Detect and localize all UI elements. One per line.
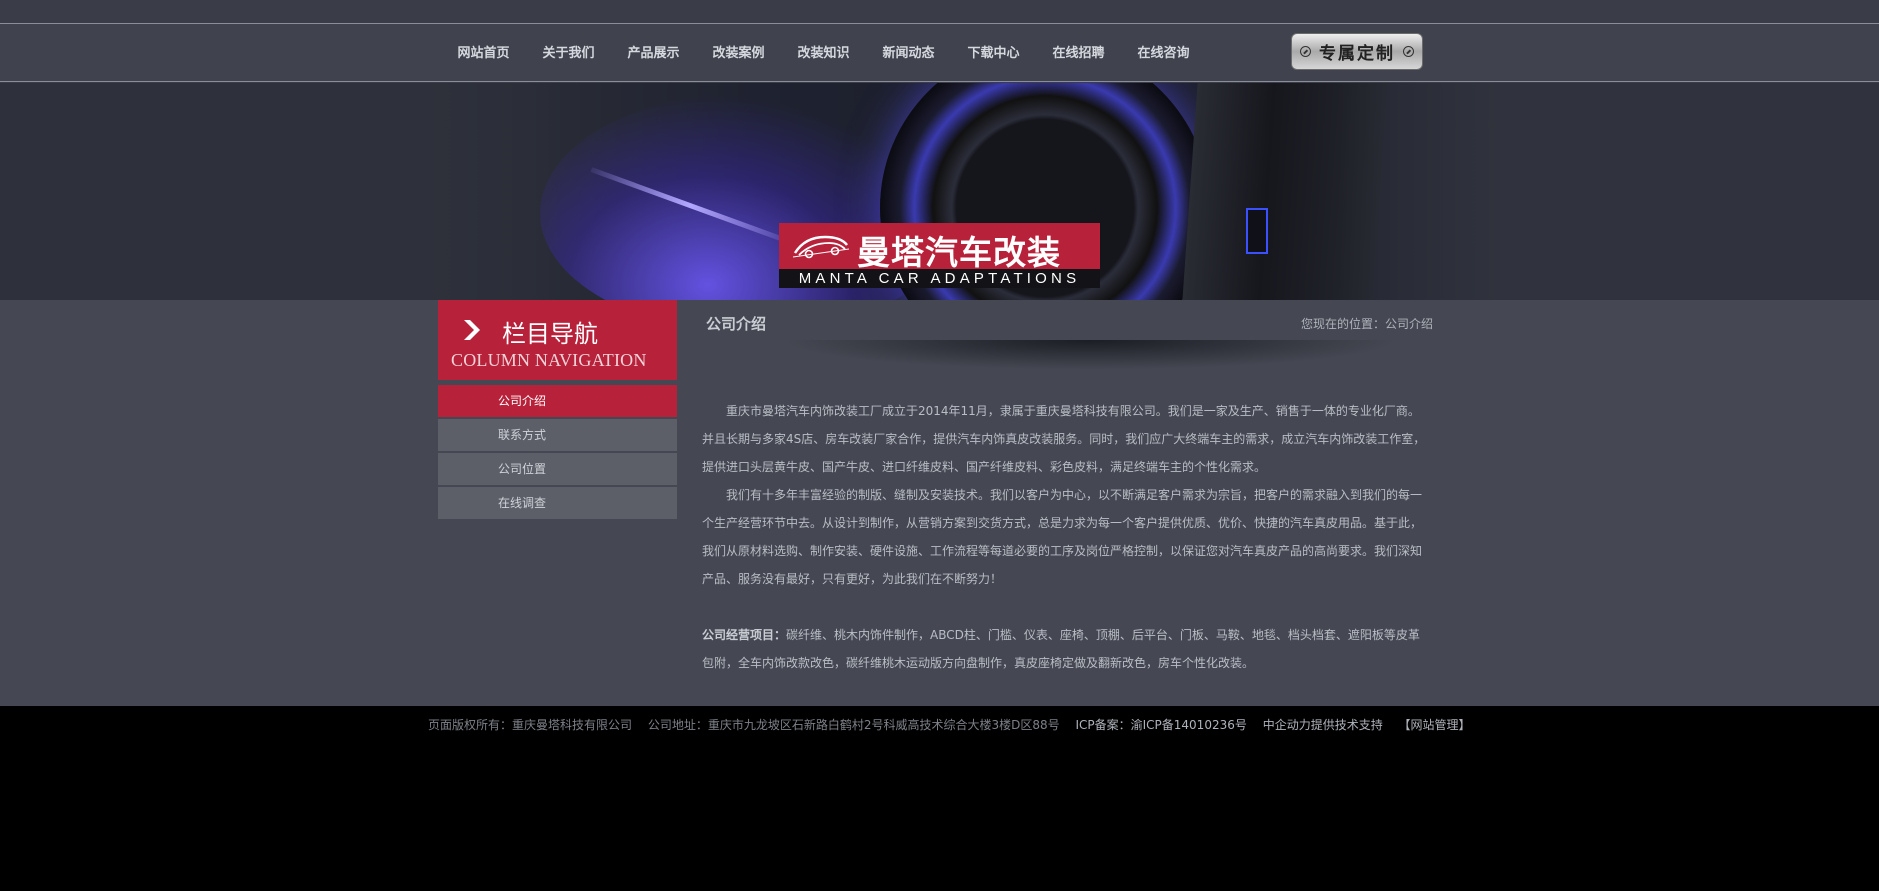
nav-item-knowledge[interactable]: 改装知识 (781, 42, 866, 61)
banner-right-fade (1340, 83, 1879, 300)
business-label: 公司经营项目： (702, 628, 787, 642)
footer: 页面版权所有：重庆曼塔科技有限公司 公司地址：重庆市九龙坡区石新路白鹤村2号科威… (0, 706, 1879, 891)
custom-order-button[interactable]: 专属定制 (1291, 33, 1423, 70)
footer-support-link[interactable]: 中企动力提供技术支持 (1263, 718, 1383, 732)
screw-icon (1300, 46, 1311, 57)
sidebar-item-company-intro[interactable]: 公司介绍 (438, 385, 677, 417)
business-scope: 公司经营项目：碳纤维、桃木内饰件制作，ABCD柱、门槛、仪表、座椅、顶棚、后平台… (702, 621, 1428, 677)
footer-copyright: 页面版权所有：重庆曼塔科技有限公司 (428, 718, 633, 732)
screw-icon (1403, 46, 1414, 57)
hero-banner: 曼塔汽车改装 MANTA CAR ADAPTATIONS (0, 83, 1879, 300)
breadcrumb-prefix: 您现在的位置： (1300, 317, 1385, 331)
footer-icp[interactable]: ICP备案：渝ICP备14010236号 (1075, 718, 1246, 732)
site-logo[interactable]: 曼塔汽车改装 MANTA CAR ADAPTATIONS (779, 223, 1100, 288)
top-nav-bar: 网站首页 关于我们 产品展示 改装案例 改装知识 新闻动态 下载中心 在线招聘 … (0, 0, 1879, 83)
sidebar-heading: 栏目导航 COLUMN NAVIGATION (438, 300, 677, 380)
paragraph: 重庆市曼塔汽车内饰改装工厂成立于2014年11月，隶属于重庆曼塔科技有限公司。我… (702, 404, 1426, 474)
custom-order-label: 专属定制 (1319, 44, 1395, 64)
sidebar-heading-en: COLUMN NAVIGATION (451, 350, 647, 370)
paragraph: 我们有十多年丰富经验的制版、缝制及安装技术。我们以客户为中心，以不断满足客户需求… (702, 488, 1423, 586)
logo-english-text: MANTA CAR ADAPTATIONS (779, 269, 1100, 288)
logo-chinese-text: 曼塔汽车改装 (857, 233, 1061, 272)
banner-left-fade (0, 83, 560, 300)
nav-item-home[interactable]: 网站首页 (441, 42, 526, 61)
header-shadow (780, 340, 1400, 370)
main-section: 栏目导航 COLUMN NAVIGATION 公司介绍 联系方式 公司位置 在线… (0, 300, 1879, 706)
sidebar-menu: 公司介绍 联系方式 公司位置 在线调查 (438, 385, 677, 521)
footer-admin-link[interactable]: 【网站管理】 (1399, 718, 1471, 732)
nav-item-products[interactable]: 产品展示 (611, 42, 696, 61)
footer-row: 页面版权所有：重庆曼塔科技有限公司 公司地址：重庆市九龙坡区石新路白鹤村2号科威… (428, 716, 1483, 733)
chevron-right-icon (464, 320, 480, 340)
nav-item-downloads[interactable]: 下载中心 (951, 42, 1036, 61)
sidebar-item-survey[interactable]: 在线调查 (438, 487, 677, 519)
footer-address: 公司地址：重庆市九龙坡区石新路白鹤村2号科威高技术综合大楼3楼D区88号 (647, 718, 1060, 732)
car-logo-icon (792, 235, 850, 259)
nav-item-about[interactable]: 关于我们 (526, 42, 611, 61)
sidebar-heading-cn: 栏目导航 (502, 320, 598, 348)
nav-bottom-divider (0, 81, 1879, 82)
amplifier-badge (1246, 208, 1268, 254)
sidebar-item-contact[interactable]: 联系方式 (438, 419, 677, 451)
breadcrumb-current[interactable]: 公司介绍 (1385, 317, 1433, 331)
nav-item-cases[interactable]: 改装案例 (696, 42, 781, 61)
main-nav: 网站首页 关于我们 产品展示 改装案例 改装知识 新闻动态 下载中心 在线招聘 … (441, 42, 1206, 61)
breadcrumb: 您现在的位置：公司介绍 (1301, 315, 1433, 332)
article-body: 重庆市曼塔汽车内饰改装工厂成立于2014年11月，隶属于重庆曼塔科技有限公司。我… (702, 397, 1428, 677)
page-title: 公司介绍 (706, 315, 767, 333)
nav-item-consult[interactable]: 在线咨询 (1121, 42, 1206, 61)
nav-item-news[interactable]: 新闻动态 (866, 42, 951, 61)
sidebar-item-location[interactable]: 公司位置 (438, 453, 677, 485)
business-text: 碳纤维、桃木内饰件制作，ABCD柱、门槛、仪表、座椅、顶棚、后平台、门板、马鞍、… (702, 628, 1420, 670)
nav-item-jobs[interactable]: 在线招聘 (1036, 42, 1121, 61)
